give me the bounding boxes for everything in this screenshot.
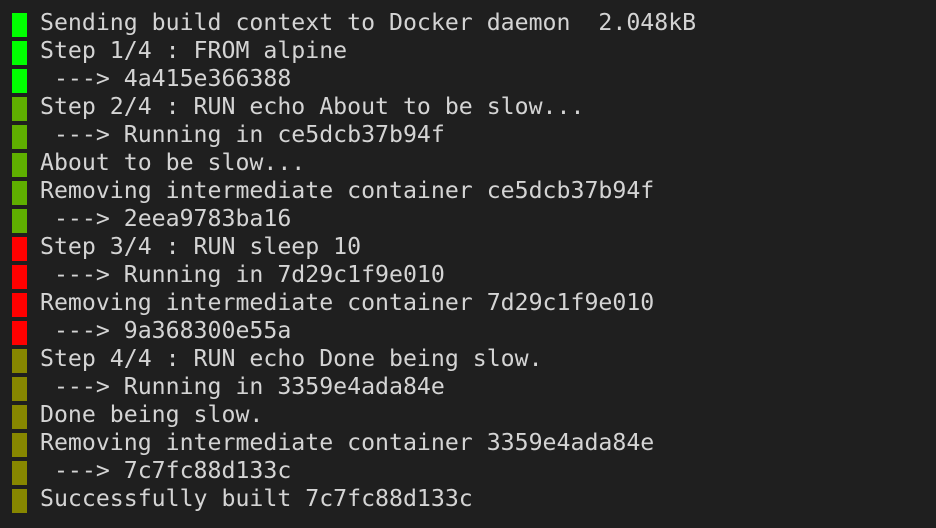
line-text: Step 2/4 : RUN echo About to be slow... — [40, 93, 585, 120]
line-text: Removing intermediate container 3359e4ad… — [40, 429, 655, 456]
timing-marker — [12, 69, 27, 93]
line-text: ---> 2eea9783ba16 — [40, 205, 292, 232]
line-text: ---> Running in ce5dcb37b94f — [40, 121, 445, 148]
line-text: About to be slow... — [40, 149, 306, 176]
timing-marker — [12, 321, 27, 345]
timing-marker — [12, 293, 27, 317]
timing-marker — [12, 153, 27, 177]
timing-marker — [12, 461, 27, 485]
timing-marker — [12, 265, 27, 289]
timing-marker — [12, 125, 27, 149]
line-text: Sending build context to Docker daemon 2… — [40, 9, 697, 36]
line-text: Removing intermediate container ce5dcb37… — [40, 177, 655, 204]
timing-marker — [12, 237, 27, 261]
line-text: Step 1/4 : FROM alpine — [40, 37, 348, 64]
line-text: Step 3/4 : RUN sleep 10 — [40, 233, 362, 260]
line-text: Successfully built 7c7fc88d133c — [40, 485, 473, 512]
line-text: ---> Running in 7d29c1f9e010 — [40, 261, 445, 288]
timing-marker — [12, 181, 27, 205]
line-text: ---> 9a368300e55a — [40, 317, 292, 344]
timing-marker — [12, 377, 27, 401]
line-text: Done being slow. — [40, 401, 264, 428]
timing-marker — [12, 349, 27, 373]
line-text: Removing intermediate container 7d29c1f9… — [40, 289, 655, 316]
line-text: ---> Running in 3359e4ada84e — [40, 373, 445, 400]
line-text: ---> 7c7fc88d133c — [40, 457, 292, 484]
timing-marker — [12, 405, 27, 429]
timing-marker — [12, 489, 27, 513]
timing-marker — [12, 13, 27, 37]
timing-marker — [12, 209, 27, 233]
timing-marker — [12, 41, 27, 65]
line-text: Step 4/4 : RUN echo Done being slow. — [40, 345, 543, 372]
line-text: ---> 4a415e366388 — [40, 65, 292, 92]
timing-marker — [12, 97, 27, 121]
timing-marker — [12, 433, 27, 457]
